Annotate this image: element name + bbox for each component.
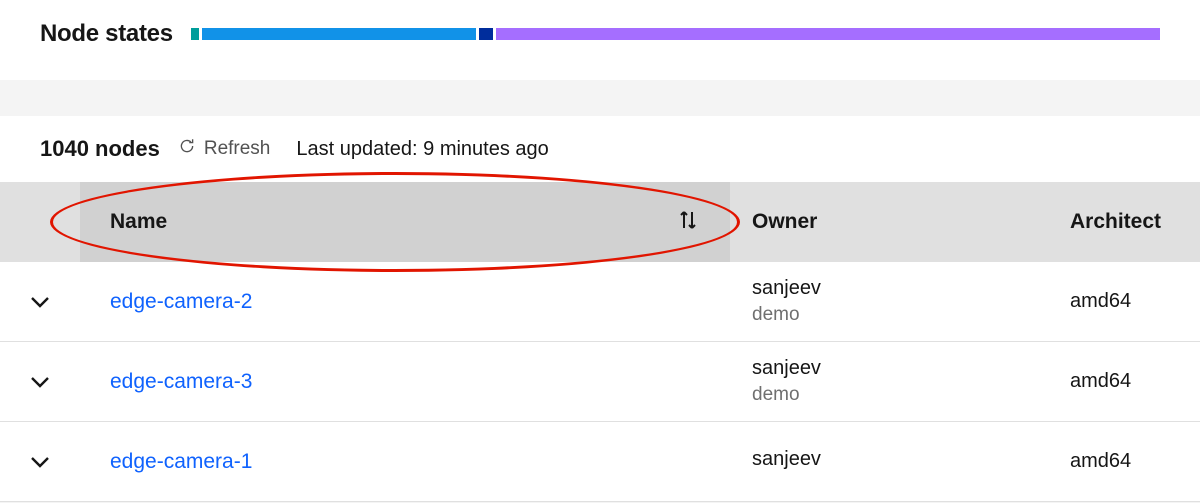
node-name-cell: edge-camera-3 [80,370,730,394]
architecture-cell: amd64 [1070,290,1131,313]
column-header-name[interactable]: Name [80,182,730,262]
node-link[interactable]: edge-camera-2 [110,290,252,313]
table-toolbar: 1040 nodes Refresh Last updated: 9 minut… [0,116,1200,182]
last-updated-label: Last updated: 9 minutes ago [296,138,548,161]
node-link[interactable]: edge-camera-1 [110,450,252,473]
panel-header: Node states [0,0,1200,80]
column-header-architecture[interactable]: Architect [1070,210,1161,234]
state-segment-purple [496,28,1160,40]
node-states-panel: Node states [0,0,1200,80]
node-count: 1040 nodes [40,136,160,162]
column-label-name: Name [110,210,167,234]
architecture-cell: amd64 [1070,370,1131,393]
owner-sub: demo [752,304,1070,326]
owner-name: sanjeev [752,448,1070,471]
owner-name: sanjeev [752,277,1070,300]
column-label-architecture: Architect [1070,210,1161,233]
state-segment-darkblue [479,28,493,40]
table-row: edge-camera-1 sanjeev amd64 [0,422,1200,502]
owner-sub: demo [752,384,1070,406]
panel-title: Node states [40,20,173,48]
architecture-cell: amd64 [1070,450,1131,473]
sort-icon [676,208,700,237]
owner-name: sanjeev [752,357,1070,380]
refresh-button[interactable]: Refresh [178,137,271,161]
node-link[interactable]: edge-camera-3 [110,370,252,393]
refresh-label: Refresh [204,138,271,160]
column-header-owner[interactable]: Owner [730,210,1070,234]
nodes-table-panel: 1040 nodes Refresh Last updated: 9 minut… [0,116,1200,502]
expand-toggle[interactable] [0,295,80,309]
expand-toggle[interactable] [0,455,80,469]
table-row: edge-camera-3 sanjeev demo amd64 [0,342,1200,422]
state-segment-blue [202,28,476,40]
owner-cell: sanjeev demo [730,277,1070,326]
owner-cell: sanjeev [730,448,1070,475]
owner-cell: sanjeev demo [730,357,1070,406]
state-segment-teal [191,28,199,40]
expand-toggle[interactable] [0,375,80,389]
table-row: edge-camera-2 sanjeev demo amd64 [0,262,1200,342]
refresh-icon [178,137,196,161]
node-name-cell: edge-camera-1 [80,450,730,474]
column-label-owner: Owner [752,210,817,233]
nodes-table: Name Owner Architect edge-c [0,182,1200,502]
table-header-row: Name Owner Architect [0,182,1200,262]
node-states-bar [191,28,1160,40]
spacer [0,80,1200,116]
node-name-cell: edge-camera-2 [80,290,730,314]
